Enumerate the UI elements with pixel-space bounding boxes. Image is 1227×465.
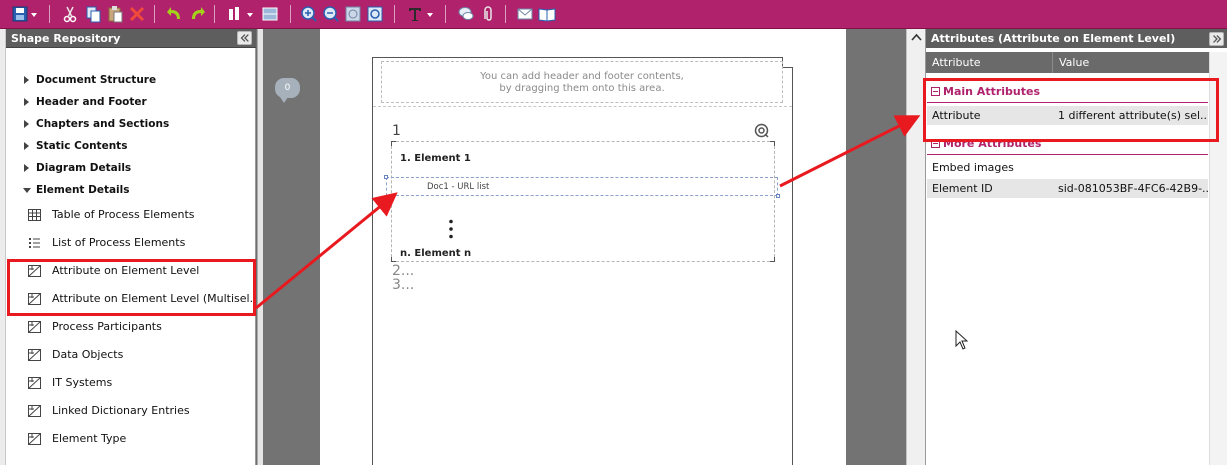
save-dropdown-icon[interactable] xyxy=(29,4,39,24)
resize-handle[interactable] xyxy=(384,175,388,179)
corner-marker xyxy=(770,141,775,146)
attribute-icon xyxy=(28,377,41,389)
paste-icon[interactable] xyxy=(105,4,125,24)
zoom-out-icon[interactable] xyxy=(321,4,341,24)
collapse-panel-icon[interactable] xyxy=(1209,32,1224,46)
resize-handle[interactable] xyxy=(776,194,780,198)
header-separator xyxy=(373,106,792,107)
corner-marker xyxy=(770,257,775,262)
attribute-icon xyxy=(28,349,41,361)
mouse-pointer-icon xyxy=(955,330,969,350)
text-dropdown-icon[interactable] xyxy=(425,4,435,24)
header-footer-drop-area[interactable]: You can add header and footer contents, … xyxy=(381,61,783,103)
chapter-number-3: 3... xyxy=(392,277,415,293)
page-fold-icon xyxy=(782,57,793,68)
column-header-value[interactable]: Value xyxy=(1053,52,1209,73)
element-n-label: n. Element n xyxy=(400,248,472,259)
panel-title: Attributes (Attribute on Element Level) xyxy=(931,32,1176,45)
header-hint-line-1: You can add header and footer contents, xyxy=(480,71,684,82)
collapse-panel-icon[interactable] xyxy=(237,31,252,45)
toolbar-separator xyxy=(394,5,395,23)
attribute-key: Embed images xyxy=(932,161,1014,174)
expand-arrow-icon[interactable] xyxy=(24,98,29,106)
canvas-side-bar xyxy=(257,29,263,465)
undo-icon[interactable] xyxy=(165,4,185,24)
section-underline xyxy=(927,154,1208,155)
toolbar-separator xyxy=(49,5,50,23)
cut-icon[interactable] xyxy=(60,4,80,24)
comment-icon[interactable] xyxy=(456,4,476,24)
attribute-icon xyxy=(28,321,41,333)
delete-icon[interactable] xyxy=(127,4,147,24)
chevron-up-icon[interactable] xyxy=(911,32,922,42)
attributes-panel-title: Attributes (Attribute on Element Level) xyxy=(926,29,1227,48)
comment-count: 0 xyxy=(284,83,291,93)
align-dropdown-icon[interactable] xyxy=(245,4,255,24)
attribute-key: Element ID xyxy=(932,182,993,195)
toolbar xyxy=(0,0,1227,29)
app-window: Shape Repository Document Structure Head… xyxy=(0,0,1227,465)
expand-arrow-icon[interactable] xyxy=(24,164,29,172)
attribute-icon xyxy=(28,433,41,445)
attribute-value[interactable]: sid-081053BF-4FC6-42B9-... xyxy=(1058,179,1208,198)
text-format-icon[interactable] xyxy=(405,4,425,24)
corner-marker xyxy=(391,257,396,262)
attribute-row[interactable]: Embed images xyxy=(927,158,1208,177)
corner-marker xyxy=(391,141,396,146)
toolbar-separator xyxy=(214,5,215,23)
list-icon xyxy=(29,238,40,248)
highlight-box-repository xyxy=(7,259,256,316)
toolbar-separator xyxy=(445,5,446,23)
attachment-icon[interactable] xyxy=(478,4,498,24)
attribute-row[interactable]: Element ID sid-081053BF-4FC6-42B9-... xyxy=(927,179,1208,198)
expand-arrow-icon[interactable] xyxy=(24,76,29,84)
attribute-icon xyxy=(28,405,41,417)
canvas-background-right xyxy=(846,29,906,465)
chapter-number: 1 xyxy=(392,123,401,139)
toolbar-separator xyxy=(505,5,506,23)
email-icon[interactable] xyxy=(515,4,535,24)
zoom-fit-icon[interactable] xyxy=(343,4,363,24)
copy-icon[interactable] xyxy=(83,4,103,24)
toolbar-separator xyxy=(154,5,155,23)
book-icon[interactable] xyxy=(537,4,557,24)
table-icon xyxy=(28,209,41,221)
comment-bubble-icon[interactable]: 0 xyxy=(275,78,300,103)
shape-repository-title: Shape Repository xyxy=(6,29,256,48)
shape-repository-panel: Shape Repository Document Structure Head… xyxy=(6,29,260,465)
expand-arrow-icon[interactable] xyxy=(24,142,29,150)
header-hint-line-2: by dragging them onto this area. xyxy=(499,83,665,94)
save-icon[interactable] xyxy=(10,4,30,24)
url-list-label: Doc1 - URL list xyxy=(427,182,490,192)
toolbar-separator xyxy=(290,5,291,23)
column-header-attribute[interactable]: Attribute xyxy=(926,52,1053,73)
expand-arrow-icon[interactable] xyxy=(24,120,29,128)
element-1-label: 1. Element 1 xyxy=(400,153,471,164)
more-vertical-icon xyxy=(449,219,453,239)
panel-title: Shape Repository xyxy=(11,32,121,45)
zoom-page-icon[interactable] xyxy=(365,4,385,24)
zoom-in-icon[interactable] xyxy=(299,4,319,24)
highlight-box-attributes xyxy=(923,78,1219,142)
distribute-icon[interactable] xyxy=(260,4,280,24)
redo-icon[interactable] xyxy=(187,4,207,24)
collapse-arrow-icon[interactable] xyxy=(23,188,31,193)
settings-gear-icon[interactable] xyxy=(754,123,769,138)
align-icon[interactable] xyxy=(225,4,245,24)
